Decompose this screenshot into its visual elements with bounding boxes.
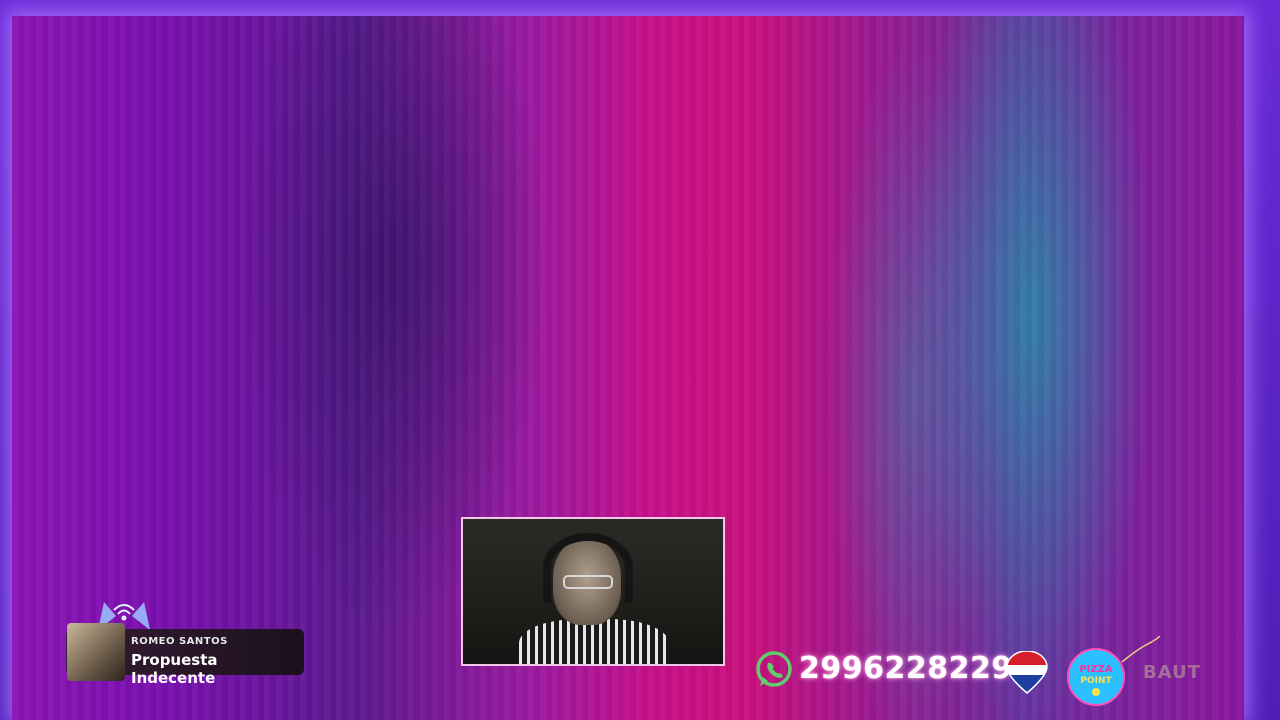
decorative-swirl-icon: [1121, 635, 1161, 663]
now-playing-widget: ROMEO SANTOS Propuesta Indecente: [66, 623, 304, 687]
headset-icon: [543, 533, 633, 603]
now-playing-title: Propuesta Indecente: [131, 651, 218, 687]
whatsapp-icon: [756, 651, 792, 687]
webcam-person-glasses: [563, 575, 613, 589]
album-cover: [67, 623, 125, 681]
pizza-badge-line1: PIZZA: [1079, 664, 1113, 675]
webcam-overlay: [461, 517, 725, 666]
contact-phone-number: 2996228229: [799, 651, 1013, 686]
webcam-person-shirt: [519, 619, 669, 664]
pizza-badge-line2: POINT: [1080, 676, 1112, 686]
flag-badge-icon: [1006, 651, 1048, 694]
pizza-point-logo-icon: PIZZA POINT: [1067, 648, 1125, 706]
partner-logo-text: BAUT: [1143, 662, 1201, 683]
now-playing-artist: ROMEO SANTOS: [131, 636, 228, 647]
